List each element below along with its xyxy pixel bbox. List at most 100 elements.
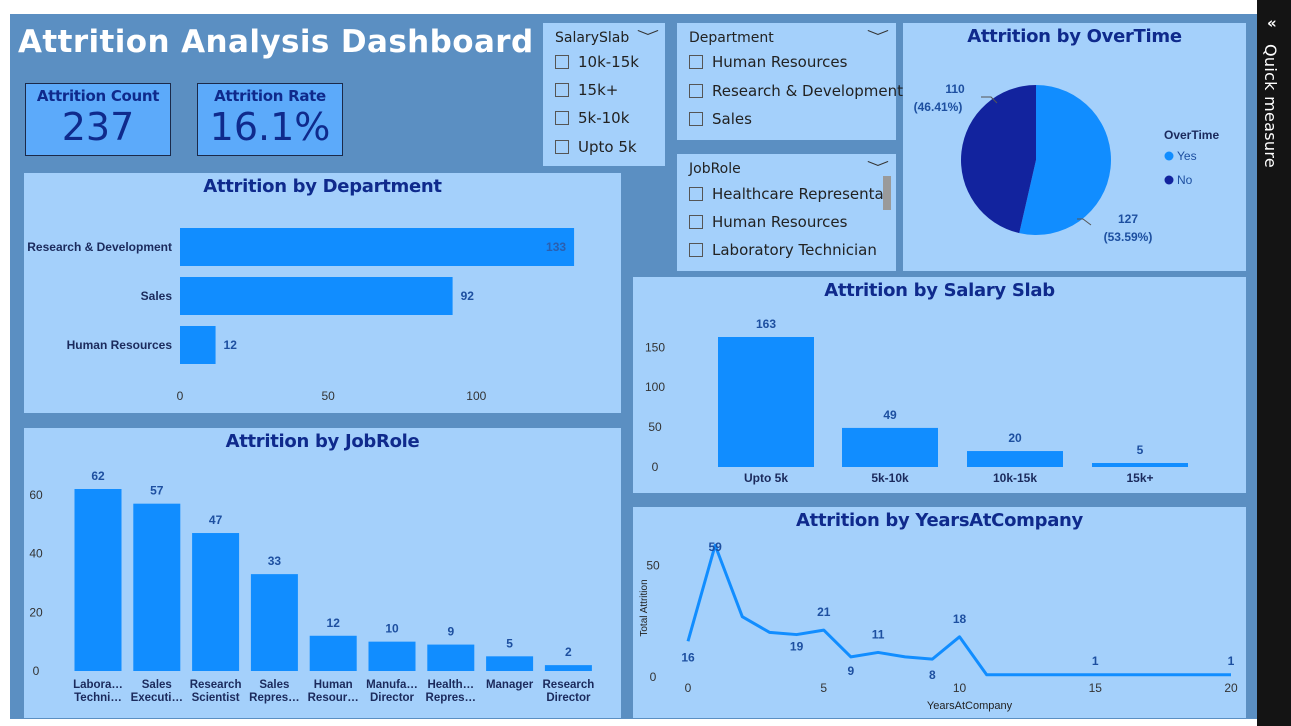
data-label: 127 bbox=[1118, 212, 1138, 226]
slicer-option[interactable]: Human Resources bbox=[689, 53, 847, 73]
slicer-option[interactable]: Laboratory Technician bbox=[689, 241, 877, 261]
bar bbox=[74, 489, 122, 671]
slicer-option[interactable]: Research & Development bbox=[689, 82, 903, 102]
x-tick-label: 50 bbox=[321, 389, 335, 403]
data-label: 11 bbox=[872, 627, 885, 641]
slicer-option[interactable]: Sales bbox=[689, 110, 752, 130]
legend-marker bbox=[1164, 175, 1174, 185]
slicer-option[interactable]: Healthcare Representativ bbox=[689, 185, 885, 205]
data-label: 133 bbox=[546, 240, 566, 254]
y-tick-label: 60 bbox=[29, 488, 43, 502]
category-label: Health… bbox=[427, 679, 474, 691]
legend-marker bbox=[1164, 151, 1174, 161]
quick-measure-pane[interactable]: « Quick measure bbox=[1257, 0, 1291, 726]
salary-slab-slicer[interactable]: SalarySlab ﹀ 10k-15k 15k+ 5k-10k Upto 5k bbox=[543, 23, 665, 166]
jobrole-bar-chart: 020406062Labora…Techni…57SalesExecuti…47… bbox=[29, 469, 595, 704]
category-label: 10k-15k bbox=[993, 471, 1037, 485]
bar bbox=[180, 228, 575, 266]
bar bbox=[368, 641, 416, 671]
overtime-chart[interactable]: Attrition by OverTime 127 (53.59%) 110 (46.… bbox=[903, 23, 1246, 271]
slicer-option[interactable]: 10k-15k bbox=[555, 53, 639, 73]
y-tick-label: 40 bbox=[29, 547, 43, 561]
years-line-chart: 0 50 Total Attrition 0 5 10 15 20 YearsAtCompany… bbox=[639, 540, 1238, 712]
bar bbox=[1092, 463, 1188, 467]
data-label: 47 bbox=[209, 513, 223, 527]
x-tick-label: 0 bbox=[685, 681, 692, 695]
x-tick-label: 100 bbox=[466, 389, 486, 403]
slicer-option[interactable]: Human Resources bbox=[689, 213, 847, 233]
data-label: 1 bbox=[1228, 654, 1235, 668]
bar bbox=[180, 326, 216, 364]
data-label: 8 bbox=[929, 668, 936, 682]
category-label: Research bbox=[543, 679, 595, 691]
category-label: Executi… bbox=[131, 692, 183, 704]
category-label: Human Resources bbox=[67, 338, 173, 352]
salary-slab-chart[interactable]: Attrition by Salary Slab 0 50 100 150 163 Upt… bbox=[633, 277, 1246, 493]
data-label: 10 bbox=[385, 622, 399, 636]
bar bbox=[192, 533, 240, 671]
x-axis-label: YearsAtCompany bbox=[927, 700, 1013, 712]
checkbox[interactable] bbox=[689, 112, 703, 126]
chevron-left-double-icon[interactable]: « bbox=[1267, 14, 1277, 32]
chevron-down-icon[interactable]: ﹀ bbox=[867, 27, 889, 47]
overtime-pie-chart: 127 (53.59%) 110 (46.41%) OverTime Yes No bbox=[914, 82, 1220, 244]
category-label: Scientist bbox=[192, 692, 240, 704]
attrition-count-card[interactable]: Attrition Count 237 bbox=[25, 83, 171, 156]
checkbox[interactable] bbox=[689, 187, 703, 201]
category-label: Sales bbox=[142, 679, 172, 691]
category-label: Sales bbox=[259, 679, 289, 691]
slicer-option[interactable]: 5k-10k bbox=[555, 109, 629, 129]
legend-label: Yes bbox=[1177, 149, 1197, 163]
bar bbox=[967, 451, 1063, 467]
data-label: 92 bbox=[461, 289, 475, 303]
bar bbox=[309, 635, 357, 671]
jobrole-slicer[interactable]: JobRole ﹀ Healthcare Representativ Human… bbox=[677, 154, 896, 271]
jobrole-chart[interactable]: Attrition by JobRole 0 20 40 60 62 Labora… Tec… bbox=[24, 428, 621, 718]
years-at-company-chart[interactable]: Attrition by YearsAtCompany 0 50 Total Att… bbox=[633, 507, 1246, 718]
x-tick-label: 0 bbox=[177, 389, 184, 403]
checkbox[interactable] bbox=[689, 84, 703, 98]
legend-label: No bbox=[1177, 173, 1193, 187]
percent-label: (46.41%) bbox=[914, 100, 963, 114]
chevron-down-icon[interactable]: ﹀ bbox=[867, 158, 889, 178]
bar bbox=[718, 337, 814, 467]
checkbox[interactable] bbox=[555, 83, 569, 97]
slicer-title: JobRole bbox=[689, 161, 741, 177]
y-tick-label: 50 bbox=[648, 420, 662, 434]
checkbox[interactable] bbox=[689, 215, 703, 229]
slicer-title: SalarySlab bbox=[555, 30, 630, 46]
data-label: 21 bbox=[817, 605, 831, 619]
y-tick-label: 150 bbox=[645, 340, 665, 354]
legend-title: OverTime bbox=[1164, 128, 1219, 142]
y-tick-label: 0 bbox=[33, 664, 40, 678]
slicer-option[interactable]: 15k+ bbox=[555, 81, 618, 101]
category-label: Resour… bbox=[308, 692, 359, 704]
category-label: Repres… bbox=[426, 692, 477, 704]
department-chart[interactable]: Attrition by Department Research & Devel… bbox=[24, 173, 621, 413]
kpi-value: 16.1% bbox=[209, 105, 331, 149]
data-label: 57 bbox=[150, 484, 164, 498]
kpi-label: Attrition Rate bbox=[214, 87, 326, 105]
checkbox[interactable] bbox=[555, 55, 569, 69]
data-label: 5 bbox=[506, 636, 513, 650]
checkbox[interactable] bbox=[689, 243, 703, 257]
salary-bar-chart: 0 50 100 150 163 Upto 5k 49 5k-10k 20 10k-15k 5 15k… bbox=[645, 317, 1188, 485]
data-label: 9 bbox=[447, 625, 454, 639]
category-label: 5k-10k bbox=[871, 471, 909, 485]
category-label: Sales bbox=[141, 289, 173, 303]
data-label: 16 bbox=[681, 650, 695, 664]
department-slicer[interactable]: Department ﹀ Human Resources Research & … bbox=[677, 23, 903, 140]
attrition-rate-card[interactable]: Attrition Rate 16.1% bbox=[197, 83, 343, 156]
category-label: Techni… bbox=[74, 692, 122, 704]
checkbox[interactable] bbox=[555, 111, 569, 125]
data-label: 12 bbox=[327, 616, 341, 630]
quick-measure-label: Quick measure bbox=[1261, 44, 1280, 169]
bar bbox=[486, 656, 534, 671]
data-label: 12 bbox=[224, 338, 238, 352]
checkbox[interactable] bbox=[689, 55, 703, 69]
chevron-down-icon[interactable]: ﹀ bbox=[637, 27, 659, 47]
slicer-option[interactable]: Upto 5k bbox=[555, 138, 637, 158]
data-label: 5 bbox=[1137, 443, 1144, 457]
scrollbar-thumb[interactable] bbox=[883, 176, 891, 210]
checkbox[interactable] bbox=[555, 140, 569, 154]
